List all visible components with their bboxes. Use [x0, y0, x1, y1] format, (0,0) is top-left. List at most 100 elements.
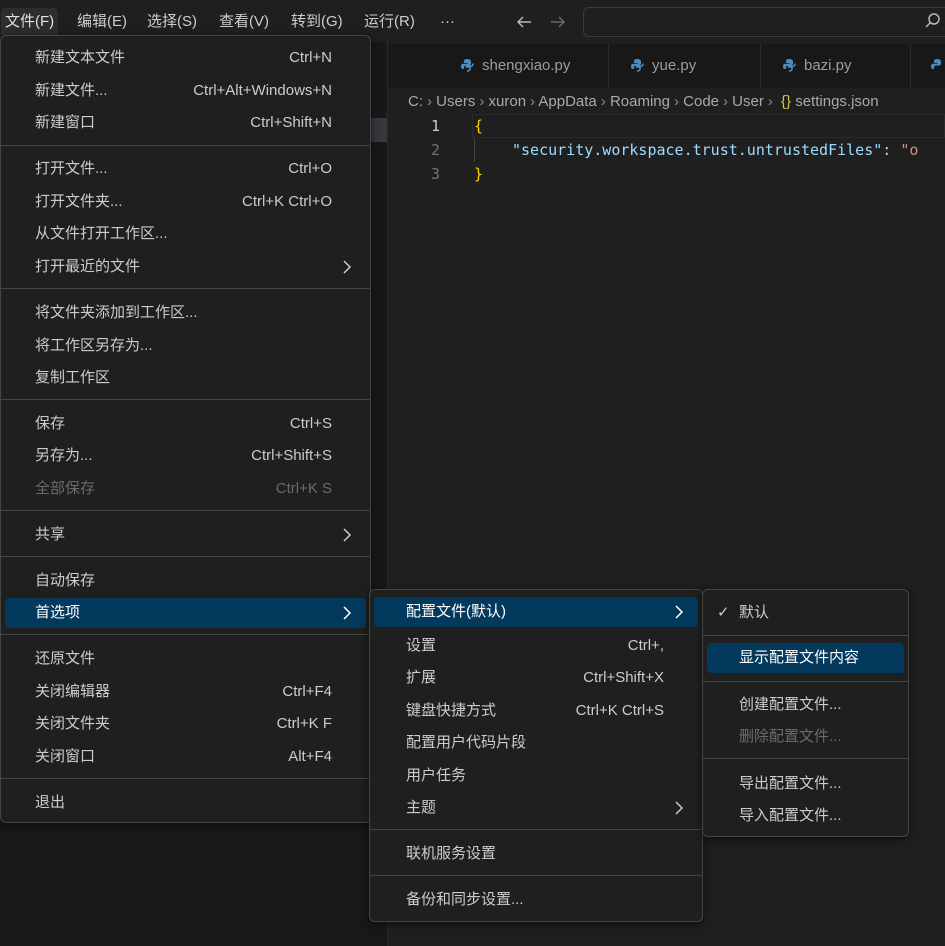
menu-item-label: 新建文本文件 [35, 49, 126, 66]
file-menu-item-2-1[interactable]: 将工作区另存为... [5, 331, 366, 361]
profile-menu-item-2-1: 删除配置文件... [707, 722, 904, 752]
menu-item-label: 全部保存 [35, 480, 96, 497]
menu-separator [1, 288, 370, 289]
tab-bazi[interactable]: bazi.py [760, 44, 911, 88]
prefs-menu-item-3-0[interactable]: 备份和同步设置... [374, 885, 698, 915]
file-menu-item-4-0[interactable]: 共享 [5, 520, 366, 550]
menu-view[interactable]: 查看(V) [215, 8, 273, 36]
file-menu-item-6-1[interactable]: 关闭编辑器 Ctrl+F4 [5, 677, 366, 707]
menu-separator [1, 778, 370, 779]
file-menu-item-1-1[interactable]: 打开文件夹... Ctrl+K Ctrl+O [5, 187, 366, 217]
keybinding-label: Ctrl+O [288, 160, 332, 177]
menu-item-label: 复制工作区 [35, 369, 111, 386]
keybinding-label: Ctrl+Shift+N [250, 114, 332, 131]
menu-item-label: 键盘快捷方式 [406, 702, 497, 719]
profile-menu-item-1-0[interactable]: 显示配置文件内容 [707, 643, 904, 673]
search-icon [924, 12, 942, 34]
file-menu-item-1-0[interactable]: 打开文件... Ctrl+O [5, 154, 366, 184]
chevron-right-icon [342, 260, 352, 274]
tab-overflow[interactable] [910, 44, 945, 88]
menu-item-label: 自动保存 [35, 572, 96, 589]
profile-menu-item-0-0[interactable]: ✓ 默认 [707, 598, 904, 628]
prefs-menu-item-1-1[interactable]: 扩展 Ctrl+Shift+X [374, 663, 698, 693]
profile-menu-item-3-0[interactable]: 导出配置文件... [707, 769, 904, 799]
menu-separator [1, 510, 370, 511]
menu-item-label: 配置用户代码片段 [406, 734, 527, 751]
tab-yue[interactable]: yue.py [608, 44, 761, 88]
breadcrumb-user[interactable]: User [732, 93, 764, 110]
menu-more[interactable]: ··· [436, 8, 459, 36]
breadcrumb-code[interactable]: Code [683, 93, 719, 110]
profile-menu-item-2-0[interactable]: 创建配置文件... [707, 690, 904, 720]
command-center-search[interactable] [583, 7, 945, 37]
menu-item-label: 默认 [739, 604, 770, 621]
file-menu-item-7-0[interactable]: 退出 [5, 788, 366, 818]
forward-arrow-icon[interactable] [547, 11, 569, 33]
menu-edit[interactable]: 编辑(E) [73, 8, 131, 36]
breadcrumb-users[interactable]: Users [436, 93, 475, 110]
breadcrumb-roaming[interactable]: Roaming [610, 93, 670, 110]
menu-item-label: 还原文件 [35, 650, 96, 667]
prefs-menu-item-1-4[interactable]: 用户任务 [374, 761, 698, 791]
profile-menu-item-3-1[interactable]: 导入配置文件... [707, 801, 904, 831]
menu-separator [370, 829, 702, 830]
chevron-right-icon [674, 801, 684, 815]
file-menu-item-2-0[interactable]: 将文件夹添加到工作区... [5, 298, 366, 328]
code-line-3: } [474, 165, 484, 183]
json-key: "security.workspace.trust.untrustedFiles… [512, 141, 883, 159]
breadcrumb-appdata[interactable]: AppData [538, 93, 596, 110]
tab-shengxiao[interactable]: shengxiao.py [388, 44, 609, 88]
menu-separator [370, 875, 702, 876]
breadcrumb-xuron[interactable]: xuron [489, 93, 527, 110]
python-file-icon [783, 59, 796, 72]
prefs-menu-item-1-3[interactable]: 配置用户代码片段 [374, 728, 698, 758]
menu-item-label: 打开文件夹... [35, 193, 123, 210]
menu-go[interactable]: 转到(G) [287, 8, 347, 36]
file-menu-item-0-2[interactable]: 新建窗口 Ctrl+Shift+N [5, 108, 366, 138]
prefs-menu-item-1-5[interactable]: 主题 [374, 793, 698, 823]
prefs-menu-item-1-2[interactable]: 键盘快捷方式 Ctrl+K Ctrl+S [374, 696, 698, 726]
editor-tabs: shengxiao.py yue.py bazi.py [388, 44, 945, 88]
json-file-icon: {} [781, 93, 792, 110]
file-menu-item-1-2[interactable]: 从文件打开工作区... [5, 219, 366, 249]
back-arrow-icon[interactable] [513, 11, 535, 33]
chevron-right-icon: › [479, 93, 485, 110]
keybinding-label: Ctrl+Alt+Windows+N [193, 82, 332, 99]
file-menu-item-3-1[interactable]: 另存为... Ctrl+Shift+S [5, 441, 366, 471]
breadcrumb-drive[interactable]: C: [408, 93, 423, 110]
menu-run[interactable]: 运行(R) [360, 8, 419, 36]
prefs-menu-item-1-0[interactable]: 设置 Ctrl+, [374, 631, 698, 661]
file-menu-item-6-2[interactable]: 关闭文件夹 Ctrl+K F [5, 709, 366, 739]
breadcrumb-file[interactable]: settings.json [795, 93, 878, 110]
file-menu-item-6-3[interactable]: 关闭窗口 Alt+F4 [5, 742, 366, 772]
menu-item-label: 备份和同步设置... [406, 891, 524, 908]
file-menu-item-5-1[interactable]: 首选项 [5, 598, 366, 628]
prefs-menu-item-0-0[interactable]: 配置文件(默认) [374, 597, 698, 627]
indent-guide [474, 138, 475, 162]
prefs-menu-item-2-0[interactable]: 联机服务设置 [374, 839, 698, 869]
menu-item-label: 新建文件... [35, 82, 108, 99]
keybinding-label: Ctrl+K F [276, 715, 332, 732]
file-menu-item-1-3[interactable]: 打开最近的文件 [5, 252, 366, 282]
tab-label: bazi.py [804, 57, 852, 74]
keybinding-label: Ctrl+F4 [282, 683, 332, 700]
profile-submenu: ✓ 默认显示配置文件内容 创建配置文件... 删除配置文件... 导出配置文件... 导入… [702, 589, 909, 837]
preferences-submenu: 配置文件(默认) 设置 Ctrl+, 扩展 Ctrl+Shift+X 键盘快捷方式 Ctrl… [369, 589, 703, 922]
menu-file[interactable]: 文件(F) [1, 8, 59, 36]
menu-item-label: 共享 [35, 526, 66, 543]
file-menu-item-0-1[interactable]: 新建文件... Ctrl+Alt+Windows+N [5, 76, 366, 106]
chevron-right-icon [342, 606, 352, 620]
keybinding-label: Ctrl+Shift+S [251, 447, 332, 464]
chevron-right-icon: › [530, 93, 536, 110]
menu-separator [1, 634, 370, 635]
menu-selection[interactable]: 选择(S) [143, 8, 201, 36]
menu-item-label: 导入配置文件... [739, 807, 842, 824]
file-menu-item-3-0[interactable]: 保存 Ctrl+S [5, 409, 366, 439]
file-menu-item-5-0[interactable]: 自动保存 [5, 566, 366, 596]
menu-separator [703, 681, 908, 682]
file-menu-item-6-0[interactable]: 还原文件 [5, 644, 366, 674]
menu-item-label: 设置 [406, 637, 437, 654]
menu-separator [1, 145, 370, 146]
file-menu-item-2-2[interactable]: 复制工作区 [5, 363, 366, 393]
file-menu-item-0-0[interactable]: 新建文本文件 Ctrl+N [5, 43, 366, 73]
